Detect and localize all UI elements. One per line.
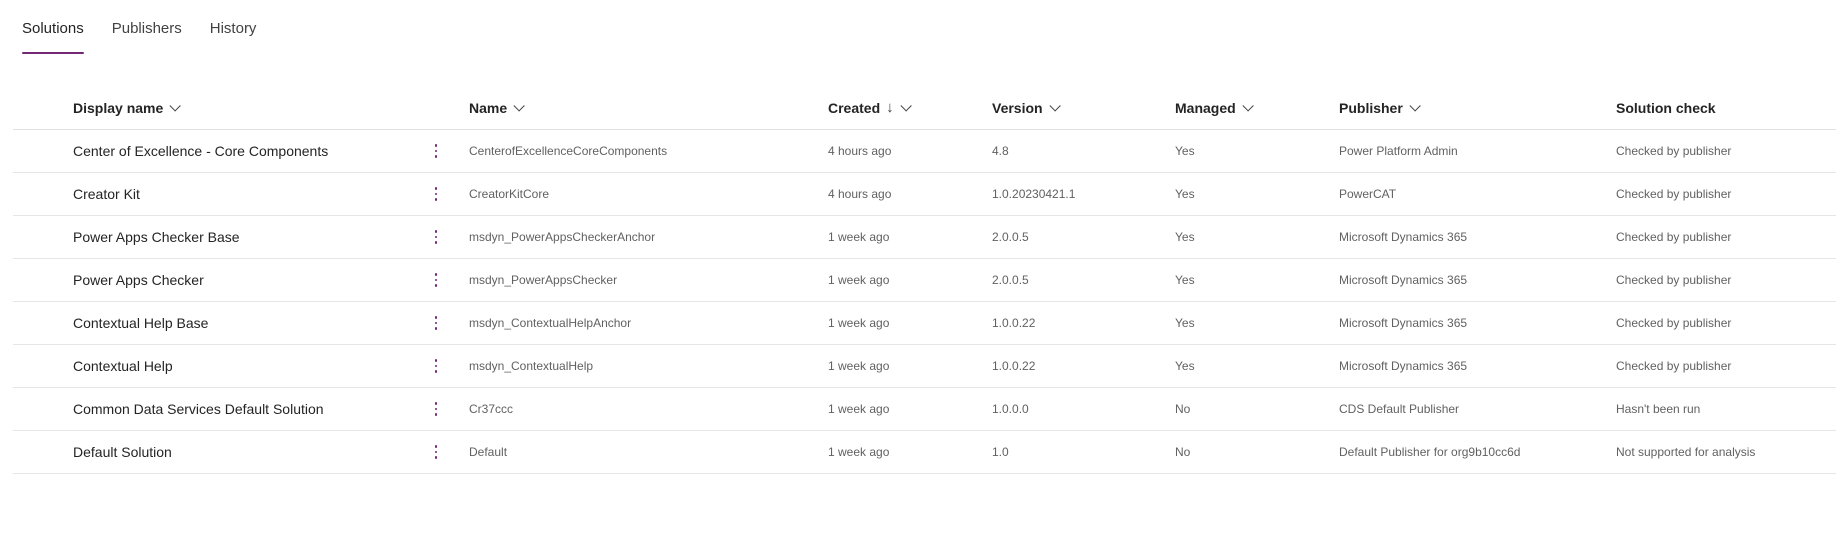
column-header-publisher[interactable]: Publisher bbox=[1339, 86, 1421, 129]
column-header-version[interactable]: Version bbox=[992, 86, 1061, 129]
name-cell: msdyn_PowerAppsChecker bbox=[469, 273, 618, 287]
more-vertical-icon[interactable] bbox=[429, 388, 443, 430]
display-name-link[interactable]: Creator Kit bbox=[73, 173, 140, 215]
column-header-display-name[interactable]: Display name bbox=[73, 86, 182, 129]
publisher-cell: Microsoft Dynamics 365 bbox=[1339, 273, 1468, 287]
managed-cell: Yes bbox=[1175, 273, 1195, 287]
created-cell: 1 week ago bbox=[828, 316, 890, 330]
version-cell: 1.0 bbox=[992, 445, 1009, 459]
solution-check-cell: Checked by publisher bbox=[1616, 230, 1732, 244]
publisher-cell: PowerCAT bbox=[1339, 187, 1397, 201]
created-cell: 1 week ago bbox=[828, 230, 890, 244]
more-vertical-icon[interactable] bbox=[429, 259, 443, 301]
version-cell: 1.0.0.0 bbox=[992, 402, 1029, 416]
version-cell: 2.0.0.5 bbox=[992, 273, 1029, 287]
more-vertical-icon[interactable] bbox=[429, 130, 443, 172]
publisher-cell: Microsoft Dynamics 365 bbox=[1339, 316, 1468, 330]
publisher-cell: Microsoft Dynamics 365 bbox=[1339, 230, 1468, 244]
table-row[interactable]: Center of Excellence - Core Components C… bbox=[13, 130, 1836, 173]
table-row[interactable]: Default Solution Default 1 week ago 1.0 … bbox=[13, 431, 1836, 474]
name-cell: Cr37ccc bbox=[469, 402, 514, 416]
more-vertical-icon[interactable] bbox=[429, 431, 443, 473]
display-name-link[interactable]: Power Apps Checker Base bbox=[73, 216, 240, 258]
column-header-label: Managed bbox=[1175, 99, 1236, 116]
table-row[interactable]: Common Data Services Default Solution Cr… bbox=[13, 388, 1836, 431]
version-cell: 1.0.0.22 bbox=[992, 316, 1036, 330]
solution-check-cell: Checked by publisher bbox=[1616, 359, 1732, 373]
version-cell: 1.0.0.22 bbox=[992, 359, 1036, 373]
chevron-down-icon bbox=[1409, 99, 1421, 112]
version-cell: 2.0.0.5 bbox=[992, 230, 1029, 244]
created-cell: 1 week ago bbox=[828, 273, 890, 287]
table-row[interactable]: Contextual Help msdyn_ContextualHelp 1 w… bbox=[13, 345, 1836, 388]
arrow-down-icon: ↓ bbox=[886, 99, 894, 116]
managed-cell: Yes bbox=[1175, 230, 1195, 244]
managed-cell: Yes bbox=[1175, 316, 1195, 330]
column-header-managed[interactable]: Managed bbox=[1175, 86, 1254, 129]
created-cell: 1 week ago bbox=[828, 445, 890, 459]
version-cell: 4.8 bbox=[992, 144, 1009, 158]
managed-cell: Yes bbox=[1175, 144, 1195, 158]
publisher-cell: Power Platform Admin bbox=[1339, 144, 1458, 158]
display-name-link[interactable]: Contextual Help Base bbox=[73, 302, 208, 344]
column-header-solution-check: Solution check bbox=[1616, 86, 1716, 129]
column-header-label: Display name bbox=[73, 99, 164, 116]
managed-cell: Yes bbox=[1175, 359, 1195, 373]
tab-bar: Solutions Publishers History bbox=[22, 0, 256, 56]
name-cell: CenterofExcellenceCoreComponents bbox=[469, 144, 668, 158]
solutions-grid: Display name Name Created ↓ Version Mana… bbox=[13, 86, 1836, 474]
display-name-link[interactable]: Common Data Services Default Solution bbox=[73, 388, 324, 430]
column-header-label: Version bbox=[992, 99, 1043, 116]
created-cell: 1 week ago bbox=[828, 402, 890, 416]
name-cell: msdyn_ContextualHelpAnchor bbox=[469, 316, 632, 330]
created-cell: 4 hours ago bbox=[828, 187, 892, 201]
solution-check-cell: Hasn't been run bbox=[1616, 402, 1701, 416]
version-cell: 1.0.20230421.1 bbox=[992, 187, 1076, 201]
managed-cell: Yes bbox=[1175, 187, 1195, 201]
publisher-cell: CDS Default Publisher bbox=[1339, 402, 1460, 416]
column-header-label: Created bbox=[828, 99, 881, 116]
name-cell: msdyn_ContextualHelp bbox=[469, 359, 594, 373]
publisher-cell: Microsoft Dynamics 365 bbox=[1339, 359, 1468, 373]
name-cell: CreatorKitCore bbox=[469, 187, 550, 201]
chevron-down-icon bbox=[513, 99, 525, 112]
tab-solutions[interactable]: Solutions bbox=[22, 0, 84, 56]
managed-cell: No bbox=[1175, 445, 1191, 459]
more-vertical-icon[interactable] bbox=[429, 345, 443, 387]
display-name-link[interactable]: Contextual Help bbox=[73, 345, 173, 387]
solution-check-cell: Checked by publisher bbox=[1616, 144, 1732, 158]
table-row[interactable]: Contextual Help Base msdyn_ContextualHel… bbox=[13, 302, 1836, 345]
column-header-label: Publisher bbox=[1339, 99, 1403, 116]
created-cell: 4 hours ago bbox=[828, 144, 892, 158]
chevron-down-icon bbox=[900, 99, 912, 112]
display-name-link[interactable]: Power Apps Checker bbox=[73, 259, 204, 301]
solution-check-cell: Checked by publisher bbox=[1616, 273, 1732, 287]
solution-check-cell: Checked by publisher bbox=[1616, 316, 1732, 330]
publisher-cell: Default Publisher for org9b10cc6d bbox=[1339, 445, 1521, 459]
column-header-label: Name bbox=[469, 99, 508, 116]
column-header-name[interactable]: Name bbox=[469, 86, 525, 129]
created-cell: 1 week ago bbox=[828, 359, 890, 373]
grid-header-row: Display name Name Created ↓ Version Mana… bbox=[13, 86, 1836, 130]
tab-publishers[interactable]: Publishers bbox=[112, 0, 182, 56]
table-row[interactable]: Creator Kit CreatorKitCore 4 hours ago 1… bbox=[13, 173, 1836, 216]
display-name-link[interactable]: Default Solution bbox=[73, 431, 172, 473]
name-cell: msdyn_PowerAppsCheckerAnchor bbox=[469, 230, 656, 244]
chevron-down-icon bbox=[169, 99, 182, 112]
managed-cell: No bbox=[1175, 402, 1191, 416]
solution-check-cell: Checked by publisher bbox=[1616, 187, 1732, 201]
more-vertical-icon[interactable] bbox=[429, 216, 443, 258]
display-name-link[interactable]: Center of Excellence - Core Components bbox=[73, 130, 328, 172]
name-cell: Default bbox=[469, 445, 508, 459]
chevron-down-icon bbox=[1049, 99, 1061, 112]
table-row[interactable]: Power Apps Checker msdyn_PowerAppsChecke… bbox=[13, 259, 1836, 302]
more-vertical-icon[interactable] bbox=[429, 302, 443, 344]
column-header-created[interactable]: Created ↓ bbox=[828, 86, 912, 129]
more-vertical-icon[interactable] bbox=[429, 173, 443, 215]
table-row[interactable]: Power Apps Checker Base msdyn_PowerAppsC… bbox=[13, 216, 1836, 259]
tab-history[interactable]: History bbox=[210, 0, 257, 56]
column-header-label: Solution check bbox=[1616, 99, 1716, 116]
solution-check-cell: Not supported for analysis bbox=[1616, 445, 1756, 459]
chevron-down-icon bbox=[1242, 99, 1254, 112]
